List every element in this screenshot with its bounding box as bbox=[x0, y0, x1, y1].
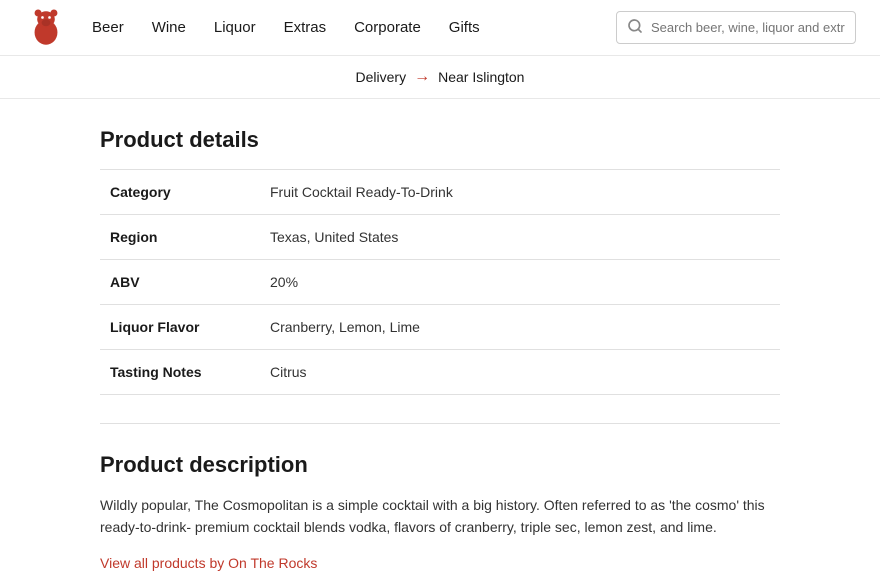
table-row: Liquor Flavor Cranberry, Lemon, Lime bbox=[100, 305, 780, 350]
table-row: ABV 20% bbox=[100, 260, 780, 305]
nav-corporate[interactable]: Corporate bbox=[354, 19, 421, 36]
nav-wine[interactable]: Wine bbox=[152, 19, 186, 36]
page-wrapper: Product details Category Fruit Cocktail … bbox=[0, 99, 880, 576]
main-content: Product details Category Fruit Cocktail … bbox=[60, 99, 820, 576]
row-label-region: Region bbox=[100, 215, 260, 260]
nav-liquor[interactable]: Liquor bbox=[214, 19, 256, 36]
section-divider bbox=[100, 423, 780, 424]
nav-gifts[interactable]: Gifts bbox=[449, 19, 480, 36]
row-value-category: Fruit Cocktail Ready-To-Drink bbox=[260, 170, 780, 215]
search-bar[interactable] bbox=[616, 11, 856, 44]
row-label-category: Category bbox=[100, 170, 260, 215]
content-area: Product details Category Fruit Cocktail … bbox=[0, 99, 880, 576]
delivery-label: Delivery bbox=[356, 69, 407, 85]
nav-beer[interactable]: Beer bbox=[92, 19, 124, 36]
row-label-abv: ABV bbox=[100, 260, 260, 305]
row-value-abv: 20% bbox=[260, 260, 780, 305]
site-header: Beer Wine Liquor Extras Corporate Gifts bbox=[0, 0, 880, 56]
search-input[interactable] bbox=[651, 20, 845, 35]
row-value-tasting: Citrus bbox=[260, 350, 780, 395]
product-details-title: Product details bbox=[100, 127, 780, 153]
delivery-bar: Delivery → Near Islington bbox=[0, 56, 880, 99]
nav-extras[interactable]: Extras bbox=[284, 19, 327, 36]
table-row: Region Texas, United States bbox=[100, 215, 780, 260]
drizly-logo-icon[interactable] bbox=[24, 6, 68, 50]
product-details-table: Category Fruit Cocktail Ready-To-Drink R… bbox=[100, 169, 780, 395]
row-label-flavor: Liquor Flavor bbox=[100, 305, 260, 350]
arrow-icon: → bbox=[414, 68, 430, 86]
location-label[interactable]: Near Islington bbox=[438, 69, 524, 85]
description-text: Wildly popular, The Cosmopolitan is a si… bbox=[100, 494, 780, 539]
row-value-flavor: Cranberry, Lemon, Lime bbox=[260, 305, 780, 350]
product-description-title: Product description bbox=[100, 452, 780, 478]
table-row: Tasting Notes Citrus bbox=[100, 350, 780, 395]
logo[interactable] bbox=[24, 6, 68, 50]
main-nav: Beer Wine Liquor Extras Corporate Gifts bbox=[92, 19, 616, 36]
brand-link[interactable]: View all products by On The Rocks bbox=[100, 555, 780, 571]
row-value-region: Texas, United States bbox=[260, 215, 780, 260]
table-row: Category Fruit Cocktail Ready-To-Drink bbox=[100, 170, 780, 215]
row-label-tasting: Tasting Notes bbox=[100, 350, 260, 395]
search-icon bbox=[627, 18, 643, 37]
product-description-section: Product description Wildly popular, The … bbox=[100, 452, 780, 576]
